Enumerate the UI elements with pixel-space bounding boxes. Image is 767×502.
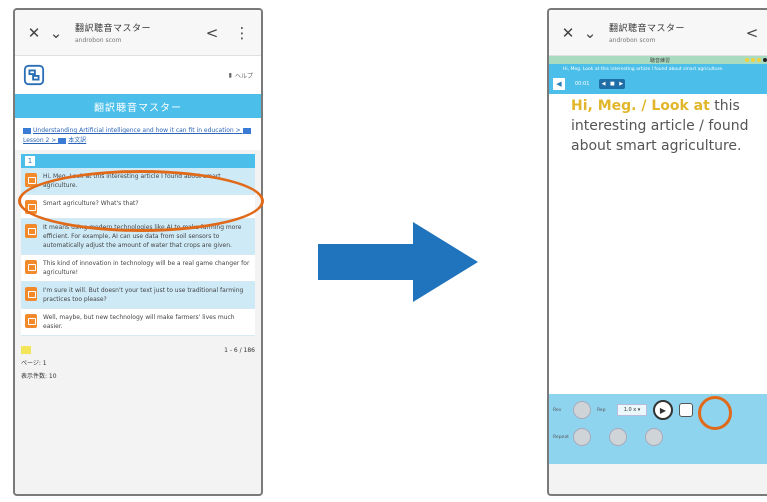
list-item-text: Well, maybe, but new technology will mak… [43,314,235,330]
control-row-bottom: Repeat [553,428,767,446]
list-item-text: I'm sure it will. But doesn't your text … [43,287,244,303]
info-button[interactable] [645,428,663,446]
dot [745,58,749,62]
reading-text: Hi, Meg. / Look at this interesting arti… [549,94,767,394]
forward-icon: ▶ [619,81,624,87]
settings-button[interactable] [609,428,627,446]
play-icon: ▶ [659,405,667,415]
speed-label: Rep [597,407,606,413]
tutorial-stage: ✕ ⌄ 翻訳聴音マスター androbon scom < ⋮ ▮ ヘルプ 翻訳聴… [0,0,767,502]
repeat-label: Repeat [553,434,569,440]
folder-icon [242,127,251,134]
breadcrumb-item-lesson[interactable]: Lesson 2 [23,137,49,144]
app-banner: 翻訳聴音マスター [15,94,261,118]
page-select[interactable]: ページ: 1 [21,358,255,367]
document-icon [25,224,37,238]
folder-icon [58,137,67,144]
time-display: 00:01 [575,81,590,87]
share-icon[interactable]: < [741,22,763,44]
folder-icon [23,127,31,134]
breadcrumb: Understanding Artificial intelligence an… [15,118,261,150]
pager: 1 - 6 / 186 [21,346,255,354]
rev-button[interactable] [573,401,591,419]
close-icon[interactable]: ✕ [23,22,45,44]
prev-sentence-icon[interactable]: ◀ [553,78,565,90]
share-icon[interactable]: < [201,22,223,44]
document-icon [25,314,37,328]
play-button[interactable]: ▶ [653,400,673,420]
help-link[interactable]: ▮ ヘルプ [229,71,253,80]
dot [751,58,755,62]
right-phone-screen: ✕ ⌄ 翻訳聴音マスター androbon scom < 聴音練習 Hi, Me… [547,8,767,496]
document-icon [25,287,37,301]
list-item-text: This kind of innovation in technology wi… [43,260,250,276]
title-group: 翻訳聴音マスター androbon scom [609,21,741,44]
app-title: 翻訳聴音マスター [609,24,686,34]
stop-button[interactable] [679,403,693,417]
progress-dots [745,58,767,62]
reading-highlighted: Hi, Meg. / Look at [571,98,710,114]
pager-range: 1 - 6 / 186 [224,346,255,354]
close-icon[interactable]: ✕ [557,22,579,44]
section-header: 1 [21,154,255,168]
control-panel: Rev Rep 1.0 x ▾ ▶ Repeat [549,394,767,464]
document-icon [25,260,37,274]
list-item[interactable]: Well, maybe, but new technology will mak… [21,309,255,336]
sentence-bar: Hi, Meg. Look at this interesting articl… [549,64,767,74]
chevron-down-icon[interactable]: ⌄ [579,22,601,44]
count-select[interactable]: 表示件数: 10 [21,371,255,380]
app-subtitle: androbon scom [75,37,122,44]
left-phone-screen: ✕ ⌄ 翻訳聴音マスター androbon scom < ⋮ ▮ ヘルプ 翻訳聴… [13,8,263,496]
pager-indicator[interactable] [21,346,31,354]
logo-row: ▮ ヘルプ [15,56,261,94]
nav-control[interactable]: ◀ ■ ▶ [599,79,626,89]
speed-select[interactable]: 1.0 x ▾ [617,404,647,416]
app-subtitle: androbon scom [609,37,656,44]
more-icon[interactable]: ⋮ [231,22,253,44]
rewind-icon: ◀ [601,81,606,87]
chevron-down-icon[interactable]: ⌄ [45,22,67,44]
top-bar: ✕ ⌄ 翻訳聴音マスター androbon scom < [549,10,767,56]
app-logo-icon [23,64,45,86]
dot [763,58,767,62]
breadcrumb-item-course[interactable]: Understanding Artificial intelligence an… [33,127,234,134]
mode-stripe: 聴音練習 [549,56,767,64]
highlight-oval-first-sentence [18,170,264,232]
mode-label: 聴音練習 [649,57,670,64]
playback-nav: ◀ 00:01 ◀ ■ ▶ [549,74,767,94]
dot [757,58,761,62]
repeat-button[interactable] [573,428,591,446]
rev-label: Rev [553,407,562,413]
app-title: 翻訳聴音マスター [75,24,152,34]
help-label: ヘルプ [234,72,253,80]
section-number: 1 [25,156,35,166]
help-icon: ▮ [228,71,232,79]
list-item[interactable]: This kind of innovation in technology wi… [21,255,255,282]
top-actions: < [741,22,763,44]
highlight-oval-play [698,396,732,430]
list-item[interactable]: I'm sure it will. But doesn't your text … [21,282,255,309]
stop-icon: ■ [610,81,615,87]
title-group: 翻訳聴音マスター androbon scom [75,21,201,44]
right-arrow-icon [318,222,478,302]
breadcrumb-item-text[interactable]: 本文訳 [68,137,86,144]
top-bar: ✕ ⌄ 翻訳聴音マスター androbon scom < ⋮ [15,10,261,56]
top-actions: < ⋮ [201,22,253,44]
control-row-top: Rev Rep 1.0 x ▾ ▶ [553,400,767,420]
